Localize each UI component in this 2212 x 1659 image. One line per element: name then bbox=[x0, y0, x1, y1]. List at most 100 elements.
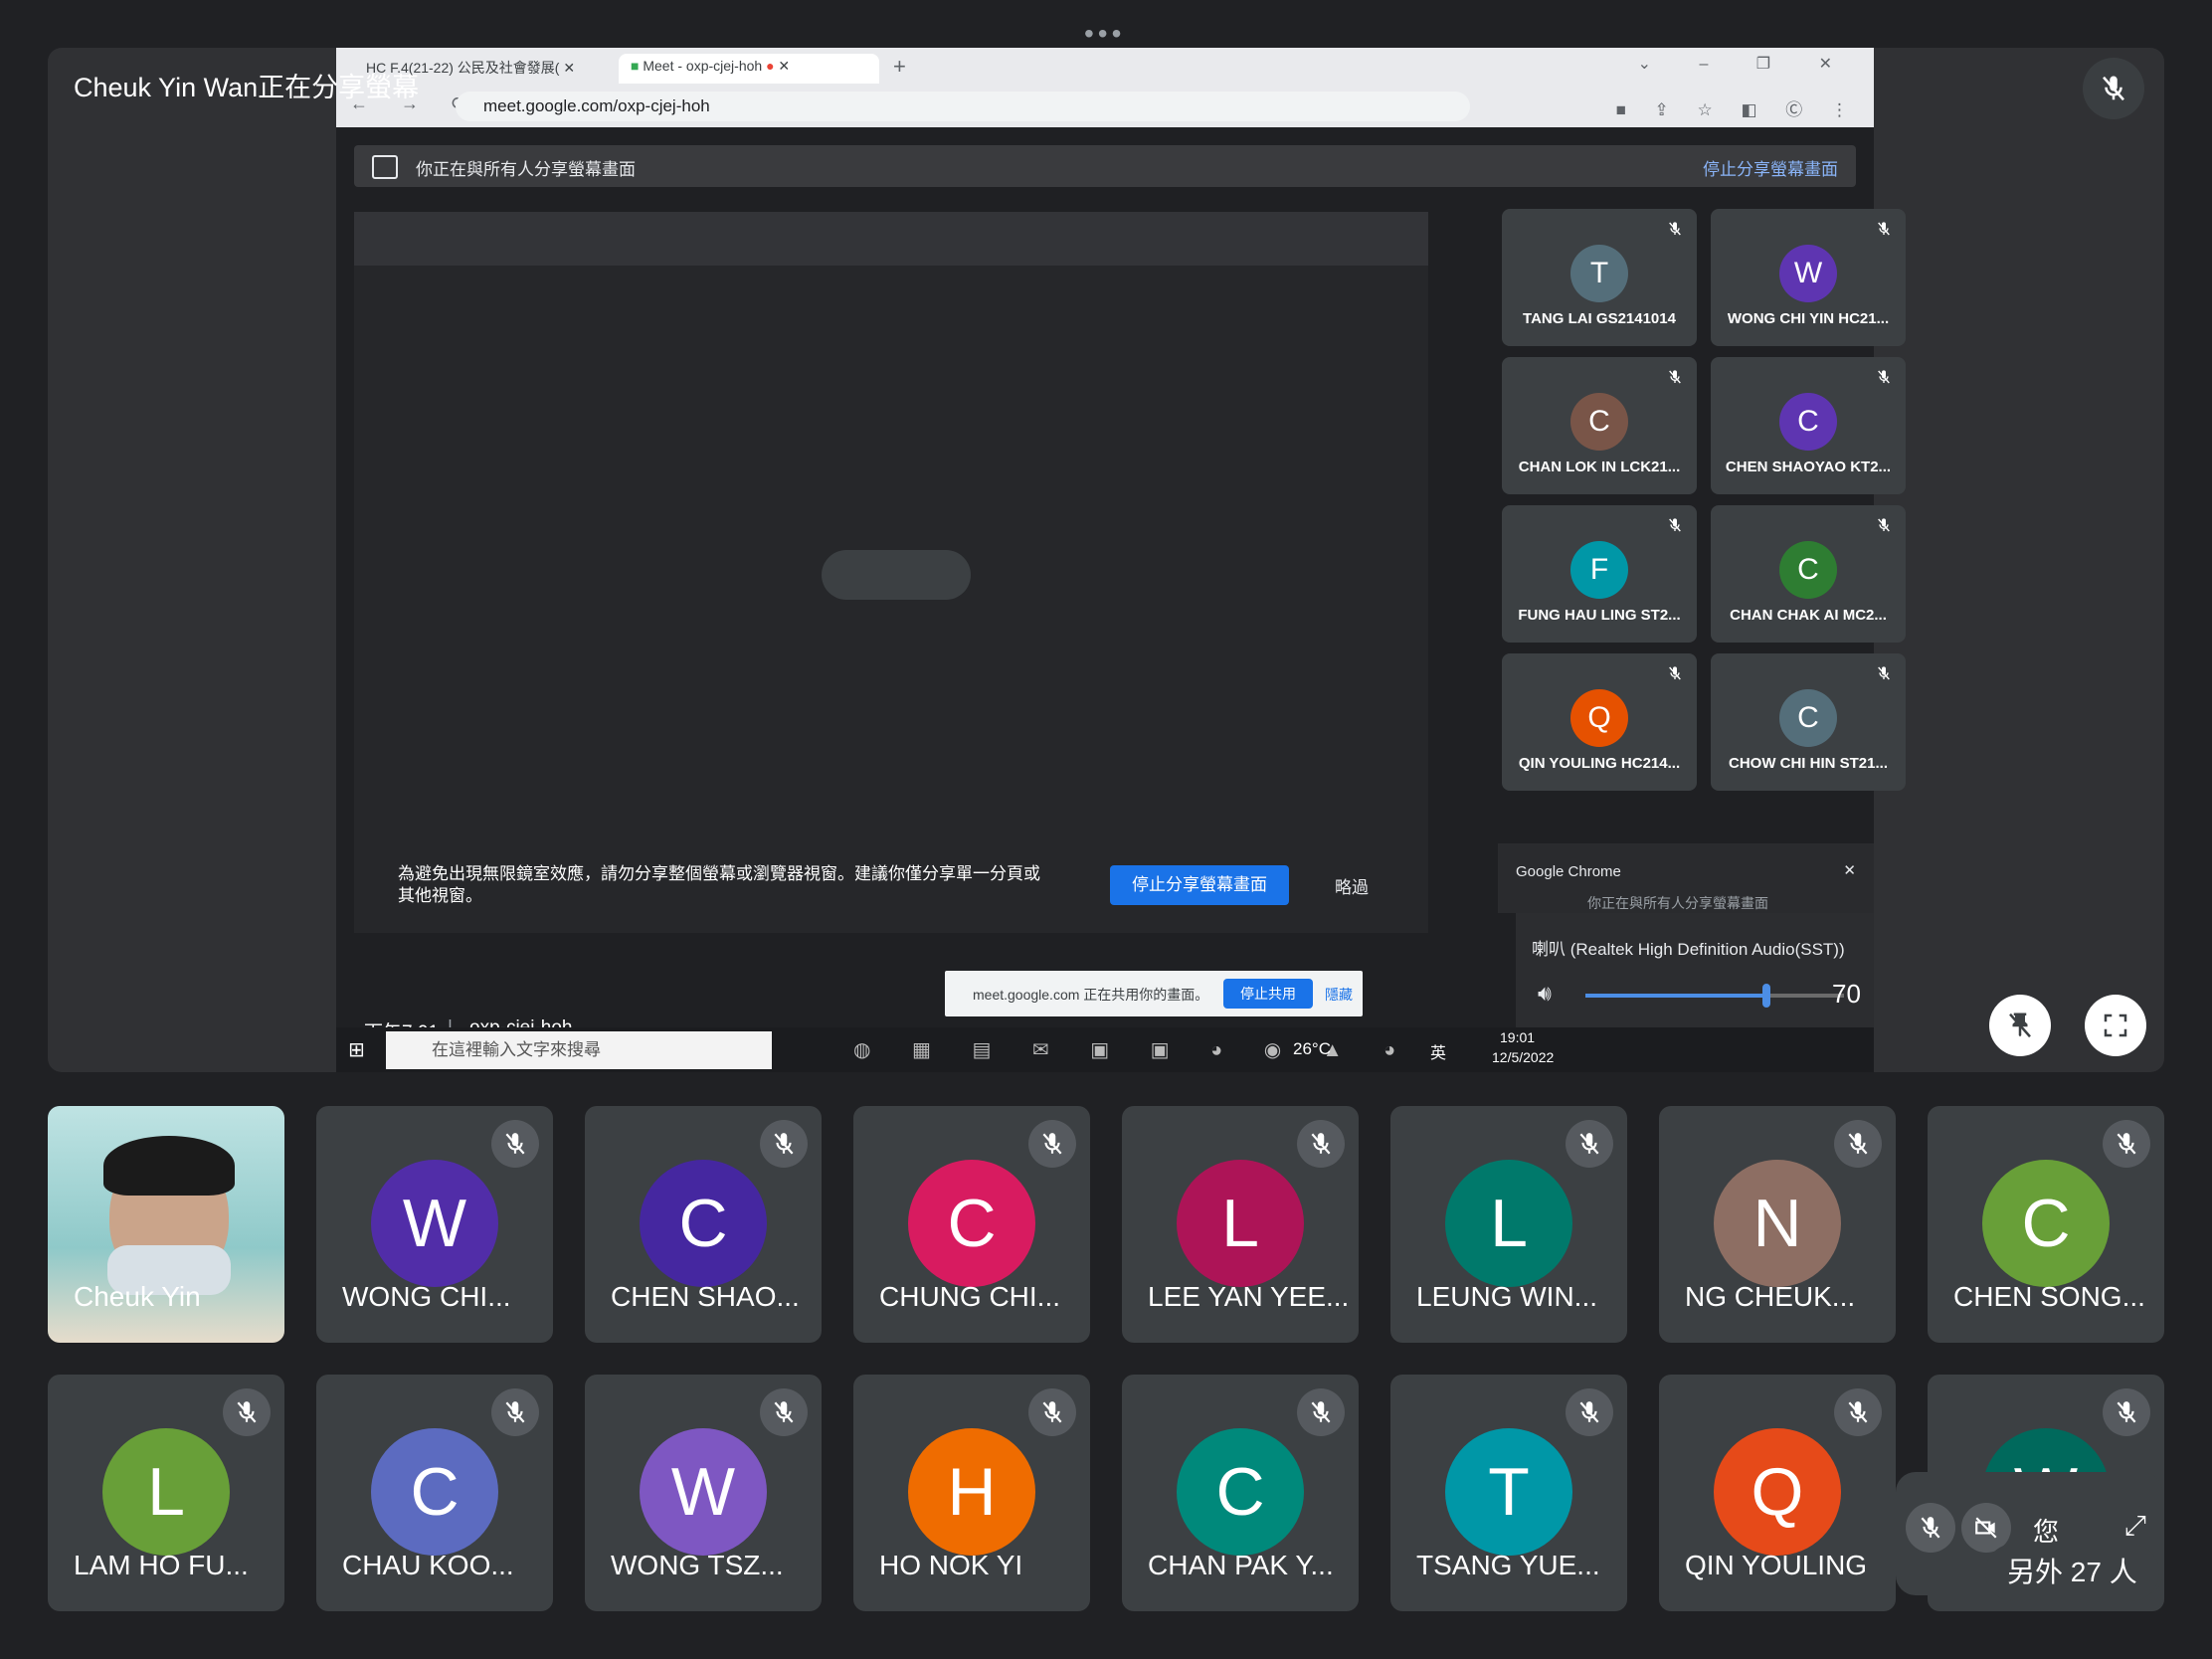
shared-participant-tile: C CHAN CHAK AI MC2... bbox=[1711, 505, 1906, 643]
shared-participant-tile: C CHEN SHAOYAO KT2... bbox=[1711, 357, 1906, 494]
presenter-label: Cheuk Yin Wan正在分享螢幕 bbox=[74, 73, 420, 102]
volume-value: 70 bbox=[1832, 979, 1861, 1009]
skip-button[interactable]: 略過 bbox=[1335, 873, 1369, 898]
taskbar-search[interactable]: 在這裡輸入文字來搜尋 bbox=[386, 1031, 772, 1069]
volume-track[interactable] bbox=[1585, 984, 1844, 1008]
participant-name: WONG CHI... bbox=[342, 1281, 511, 1312]
window-controls[interactable]: ⌄ – ❐ ✕ bbox=[1638, 54, 1854, 74]
chrome-popup-line: 你正在與所有人分享螢幕畫面 bbox=[1587, 895, 1768, 911]
shared-screen: HC F.4(21-22) 公民及社會發展( ✕ ■ Meet - oxp-cj… bbox=[336, 48, 1906, 1072]
others-count[interactable]: 另外 27 人 bbox=[1985, 1544, 2159, 1601]
participant-name: QIN YOULING HC214... bbox=[1518, 755, 1681, 772]
avatar: C bbox=[1779, 689, 1837, 747]
mic-off-icon bbox=[1297, 1120, 1345, 1168]
participant-tile[interactable]: C CHAU KOO... bbox=[316, 1375, 553, 1611]
participant-name: NG CHEUK... bbox=[1685, 1281, 1856, 1312]
windows-taskbar: ⊞ 在這裡輸入文字來搜尋 ◍ ▦ ▤ ✉ ▣ ▣ ◕ ◉ ▲ ◕ 26°C 英 … bbox=[336, 1027, 1874, 1072]
avatar: C bbox=[371, 1428, 498, 1556]
participant-tile[interactable]: C CHEN SHAO... bbox=[585, 1106, 822, 1343]
avatar: Q bbox=[1570, 689, 1628, 747]
participant-tile[interactable]: C CHAN PAK Y... bbox=[1122, 1375, 1359, 1611]
chrome-hide-link[interactable]: 隱藏 bbox=[1325, 985, 1353, 1005]
speaker-icon[interactable]: 🔊︎ bbox=[1538, 981, 1552, 1007]
mic-off-icon bbox=[1876, 517, 1892, 538]
mic-off-icon bbox=[2103, 1120, 2150, 1168]
new-tab-icon[interactable]: + bbox=[893, 54, 906, 80]
participant-name: TSANG YUE... bbox=[1416, 1550, 1600, 1580]
mic-off-icon bbox=[491, 1388, 539, 1436]
taskbar-weather: 26°C bbox=[1293, 1039, 1331, 1058]
participant-name: LAM HO FU... bbox=[74, 1550, 249, 1580]
windows-start-icon[interactable]: ⊞ bbox=[348, 1037, 365, 1062]
participant-name: CHEN SHAO... bbox=[611, 1281, 800, 1312]
browser-toolbar-icons[interactable]: ■ ⇪ ☆ ◧ Ⓒ ⋮ bbox=[1616, 95, 1860, 120]
more-dots: ••• bbox=[1084, 18, 1126, 49]
mirror-warning: 為避免出現無限鏡室效應，請勿分享整個螢幕或瀏覽器視窗。建議你僅分享單一分頁或其他… bbox=[398, 864, 1040, 905]
mic-off-icon bbox=[1566, 1120, 1613, 1168]
participant-name: Cheuk Yin bbox=[74, 1281, 201, 1312]
taskbar-lang[interactable]: 英 bbox=[1430, 1039, 1446, 1063]
mic-off-icon bbox=[1834, 1388, 1882, 1436]
participant-tile[interactable]: C CHUNG CHI... bbox=[853, 1106, 1090, 1343]
participant-tile[interactable]: T TSANG YUE... bbox=[1390, 1375, 1627, 1611]
shared-participant-tile: Q QIN YOULING HC214... bbox=[1502, 653, 1697, 791]
chrome-stop-share-button[interactable]: 停止共用 bbox=[1223, 979, 1313, 1009]
participant-name: HO NOK YI bbox=[879, 1550, 1023, 1580]
avatar: H bbox=[908, 1428, 1035, 1556]
stop-sharing-link[interactable]: 停止分享螢幕畫面 bbox=[1703, 155, 1838, 180]
mic-off-icon bbox=[1667, 221, 1683, 242]
avatar: L bbox=[102, 1428, 230, 1556]
fullscreen-icon bbox=[2104, 1014, 2127, 1037]
participant-name: CHAN PAK Y... bbox=[1148, 1550, 1334, 1580]
fullscreen-button[interactable] bbox=[2085, 995, 2146, 1056]
close-icon[interactable]: ✕ bbox=[1843, 861, 1856, 879]
stop-share-button[interactable]: 停止分享螢幕畫面 bbox=[1110, 865, 1289, 905]
participant-tile[interactable]: W WONG CHI... bbox=[316, 1106, 553, 1343]
taskbar-time: 19:01 bbox=[1500, 1029, 1536, 1045]
volume-flyout: 喇叭 (Realtek High Definition Audio(SST)) … bbox=[1516, 913, 1874, 1027]
browser-tab-meet[interactable]: ■ Meet - oxp-cjej-hoh ● ✕ bbox=[619, 54, 879, 84]
participant-name: CHUNG CHI... bbox=[879, 1281, 1060, 1312]
participant-name: QIN YOULING bbox=[1685, 1550, 1868, 1580]
participant-name: CHAU KOO... bbox=[342, 1550, 514, 1580]
participant-tile[interactable]: L LAM HO FU... bbox=[48, 1375, 284, 1611]
avatar: L bbox=[1177, 1160, 1304, 1287]
expand-icon[interactable]: ⤢ bbox=[2124, 1510, 2146, 1543]
participant-tile[interactable]: L LEUNG WIN... bbox=[1390, 1106, 1627, 1343]
mic-off-icon bbox=[1028, 1388, 1076, 1436]
shared-participant-tile: F FUNG HAU LING ST2... bbox=[1502, 505, 1697, 643]
participant-tile[interactable]: Q QIN YOULING bbox=[1659, 1375, 1896, 1611]
mic-off-icon bbox=[760, 1120, 808, 1168]
unpin-button[interactable] bbox=[1989, 995, 2051, 1056]
avatar: C bbox=[1779, 393, 1837, 451]
mirror-browser bbox=[354, 212, 1428, 266]
participant-tile[interactable]: C CHEN SONG... bbox=[1928, 1106, 2164, 1343]
participant-name: LEUNG WIN... bbox=[1416, 1281, 1598, 1312]
mic-off-icon bbox=[223, 1388, 271, 1436]
avatar: C bbox=[1982, 1160, 2110, 1287]
avatar: C bbox=[1779, 541, 1837, 599]
participant-name: TANG LAI GS2141014 bbox=[1523, 310, 1676, 327]
taskbar-date: 12/5/2022 bbox=[1492, 1049, 1555, 1065]
self-mic-off-icon[interactable] bbox=[1906, 1503, 1955, 1553]
participant-name: CHEN SONG... bbox=[1953, 1281, 2145, 1312]
mic-off-icon bbox=[1297, 1388, 1345, 1436]
mic-off-icon bbox=[1566, 1388, 1613, 1436]
participant-tile[interactable]: L LEE YAN YEE... bbox=[1122, 1106, 1359, 1343]
participant-name: CHAN CHAK AI MC2... bbox=[1730, 607, 1887, 624]
participant-tile[interactable]: H HO NOK YI bbox=[853, 1375, 1090, 1611]
avatar: T bbox=[1570, 245, 1628, 302]
shared-participant-tile: W WONG CHI YIN HC21... bbox=[1711, 209, 1906, 346]
participant-tile[interactable]: W WONG TSZ... bbox=[585, 1375, 822, 1611]
avatar: C bbox=[1570, 393, 1628, 451]
volume-thumb[interactable] bbox=[1762, 984, 1770, 1008]
chrome-share-text: meet.google.com 正在共用你的畫面。 bbox=[973, 987, 1209, 1003]
mic-off-icon bbox=[1667, 665, 1683, 686]
participant-tile[interactable]: Cheuk Yin bbox=[48, 1106, 284, 1343]
address-bar[interactable]: meet.google.com/oxp-cjej-hoh bbox=[456, 92, 1470, 121]
participant-tile[interactable]: N NG CHEUK... bbox=[1659, 1106, 1896, 1343]
mic-off-icon bbox=[1876, 221, 1892, 242]
participant-name: WONG CHI YIN HC21... bbox=[1727, 310, 1890, 327]
mic-off-icon bbox=[1667, 517, 1683, 538]
participant-name: CHEN SHAOYAO KT2... bbox=[1725, 459, 1892, 475]
